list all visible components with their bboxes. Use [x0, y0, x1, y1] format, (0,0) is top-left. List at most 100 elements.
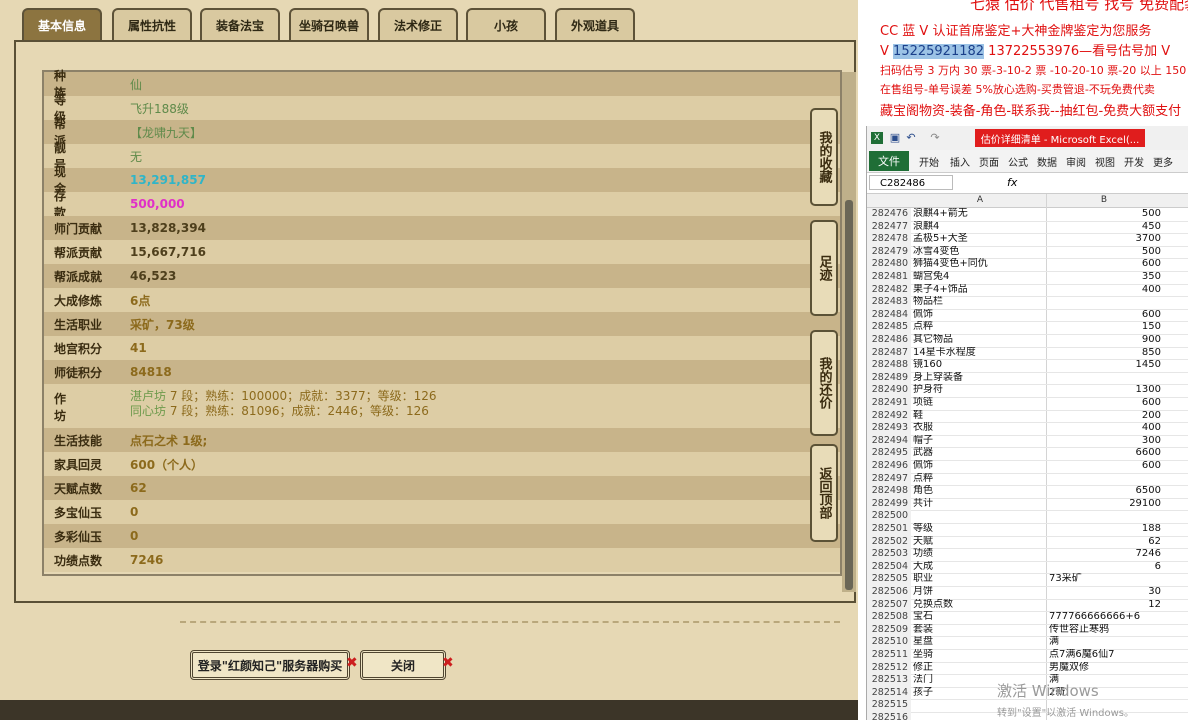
cell-b[interactable]: 12	[1047, 599, 1161, 612]
cell-a[interactable]: 大成	[913, 561, 1047, 574]
cell-a[interactable]: 功绩	[913, 548, 1047, 561]
spreadsheet-row[interactable]: 282500	[867, 510, 1188, 524]
spreadsheet-row[interactable]: 282496 佩饰 600	[867, 460, 1188, 474]
ribbon-tab-formulas[interactable]: 公式	[1008, 154, 1028, 169]
spreadsheet-row[interactable]: 282498 角色 6500	[867, 485, 1188, 499]
cell-b[interactable]: 1450	[1047, 359, 1161, 372]
cell-b[interactable]: 777766666666+6	[1047, 611, 1163, 624]
cell-a[interactable]: 身上穿装备	[913, 372, 1047, 385]
spreadsheet-row[interactable]: 282508 宝石 777766666666+6	[867, 611, 1188, 625]
row-number[interactable]: 282512	[867, 661, 911, 675]
spreadsheet-row[interactable]: 282494 帽子 300	[867, 434, 1188, 449]
cell-a[interactable]: 项链	[913, 397, 1047, 410]
cell-b[interactable]: 450	[1047, 221, 1161, 234]
row-number[interactable]: 282503	[867, 548, 911, 561]
spreadsheet-row[interactable]: 282486 其它物品 900	[867, 334, 1188, 348]
ribbon-tab-more[interactable]: 更多	[1153, 154, 1173, 169]
row-number[interactable]: 282507	[867, 598, 911, 612]
close-button[interactable]: 关闭	[360, 650, 446, 680]
cell-a[interactable]: 佩饰	[913, 309, 1047, 322]
cell-a[interactable]: 宝石	[913, 611, 1047, 624]
cell-a[interactable]: 浪麒4	[913, 221, 1047, 234]
cell-b[interactable]: 30	[1047, 586, 1161, 599]
row-number[interactable]: 282487	[867, 346, 911, 360]
spreadsheet-row[interactable]: 282512 修正 男魔双修	[867, 661, 1188, 676]
row-number[interactable]: 282479	[867, 245, 911, 259]
cell-a[interactable]: 蝴宫兔4	[913, 271, 1047, 284]
spreadsheet-row[interactable]: 282507 兑换点数 12	[867, 598, 1188, 613]
row-number[interactable]: 282489	[867, 371, 911, 385]
cell-a[interactable]: 兑换点数	[913, 599, 1047, 612]
cell-a[interactable]: 镜160	[913, 359, 1047, 372]
ribbon-tab-insert[interactable]: 插入	[950, 154, 970, 169]
cell-a[interactable]: 孟极5+大圣	[913, 233, 1047, 246]
undo-icon[interactable]: ↶	[905, 132, 917, 144]
spreadsheet-row[interactable]: 282504 大成 6	[867, 560, 1188, 575]
spreadsheet-row[interactable]: 282495 武器 6600	[867, 447, 1188, 461]
cell-b[interactable]: 350	[1047, 271, 1161, 284]
redo-icon[interactable]: ↷	[929, 132, 941, 144]
name-box[interactable]: C282486	[869, 175, 953, 190]
cell-b[interactable]: 500	[1047, 208, 1161, 221]
row-number[interactable]: 282498	[867, 485, 911, 498]
row-number[interactable]: 282484	[867, 308, 911, 322]
row-number[interactable]: 282509	[867, 623, 911, 637]
cell-a[interactable]: 物品栏	[913, 296, 1047, 309]
spreadsheet-row[interactable]: 282482 果子4+饰品 400	[867, 283, 1188, 298]
cell-a[interactable]: 护身符	[913, 384, 1047, 397]
row-number[interactable]: 282480	[867, 258, 911, 271]
cell-a[interactable]: 狮猫4变色+同仇	[913, 258, 1047, 271]
spreadsheet-row[interactable]: 282503 功绩 7246	[867, 548, 1188, 562]
ribbon-tab-view[interactable]: 视图	[1095, 154, 1115, 169]
my-favorites-button[interactable]: 我的收藏	[810, 108, 838, 206]
row-number[interactable]: 282513	[867, 674, 911, 687]
column-header-b[interactable]: B	[1047, 194, 1161, 207]
tab-attributes[interactable]: 属性抗性	[112, 8, 192, 40]
spreadsheet-row[interactable]: 282481 蝴宫兔4 350	[867, 271, 1188, 285]
row-number[interactable]: 282483	[867, 296, 911, 309]
ribbon-tab-review[interactable]: 审阅	[1066, 154, 1086, 169]
cell-a[interactable]: 点粹	[913, 473, 1047, 486]
row-number[interactable]: 282486	[867, 334, 911, 347]
cell-b[interactable]: 7246	[1047, 548, 1161, 561]
spreadsheet-row[interactable]: 282509 套装 传世容止寒鸦	[867, 623, 1188, 638]
cell-b[interactable]: 500	[1047, 246, 1161, 259]
cell-b[interactable]: 900	[1047, 334, 1161, 347]
cell-a[interactable]: 浪麒4+箭无	[913, 208, 1047, 221]
cell-a[interactable]: 佩饰	[913, 460, 1047, 473]
row-number[interactable]: 282511	[867, 649, 911, 662]
cell-b[interactable]: 1300	[1047, 384, 1161, 397]
cell-b[interactable]: 188	[1047, 523, 1161, 536]
cell-a[interactable]: 套装	[913, 624, 1047, 637]
cell-a[interactable]: 鞋	[913, 410, 1047, 423]
cell-b[interactable]: 400	[1047, 422, 1161, 435]
cell-a[interactable]: 坐骑	[913, 649, 1047, 662]
cell-b[interactable]: 73采矿	[1047, 573, 1163, 586]
cell-a[interactable]: 帽子	[913, 435, 1047, 448]
cell-a[interactable]: 点粹	[913, 321, 1047, 334]
row-number[interactable]: 282516	[867, 712, 911, 720]
cell-a[interactable]: 果子4+饰品	[913, 284, 1047, 297]
row-number[interactable]: 282501	[867, 523, 911, 536]
row-number[interactable]: 282510	[867, 636, 911, 649]
cell-b[interactable]: 600	[1047, 397, 1161, 410]
cell-b[interactable]: 400	[1047, 284, 1161, 297]
spreadsheet-row[interactable]: 282479 冰雪4变色 500	[867, 245, 1188, 260]
cell-b[interactable]: 29100	[1047, 498, 1161, 511]
cell-b[interactable]: 150	[1047, 321, 1161, 334]
spreadsheet-row[interactable]: 282499 共计 29100	[867, 497, 1188, 512]
spreadsheet-row[interactable]: 282477 浪麒4 450	[867, 220, 1188, 235]
row-number[interactable]: 282494	[867, 434, 911, 448]
cell-a[interactable]: 修正	[913, 662, 1047, 675]
cell-b[interactable]: 点7满6魔6仙7	[1047, 649, 1163, 662]
spreadsheet-row[interactable]: 282484 佩饰 600	[867, 308, 1188, 323]
row-number[interactable]: 282495	[867, 447, 911, 460]
ribbon-tab-home[interactable]: 开始	[919, 154, 939, 169]
row-number[interactable]: 282508	[867, 611, 911, 624]
cell-b[interactable]: 600	[1047, 309, 1161, 322]
row-number[interactable]: 282496	[867, 460, 911, 473]
cell-b[interactable]: 62	[1047, 536, 1161, 549]
ribbon-tab-data[interactable]: 数据	[1037, 154, 1057, 169]
row-number[interactable]: 282485	[867, 321, 911, 334]
row-number[interactable]: 282491	[867, 397, 911, 410]
